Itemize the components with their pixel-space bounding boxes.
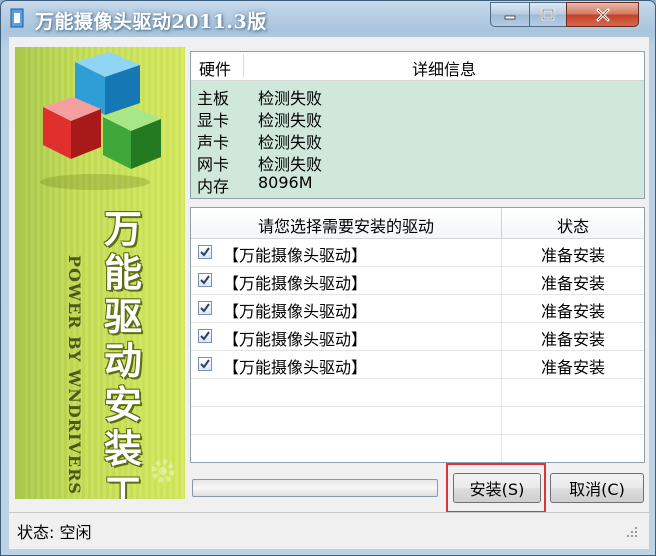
install-highlight-box — [446, 463, 546, 513]
banner: 万能驱动安装工具 POWER BY WNDRIVERS — [15, 47, 185, 499]
hardware-name: 显卡 — [197, 111, 230, 130]
header-driver[interactable]: 请您选择需要安装的驱动 — [191, 213, 501, 237]
hardware-detail: 检测失败 — [258, 111, 323, 130]
driver-status: 准备安装 — [540, 274, 605, 293]
window-title: 万能摄像头驱动2011.3版 — [35, 11, 267, 33]
checkmark-icon — [200, 359, 210, 369]
checkmark-icon — [200, 303, 210, 313]
driver-status: 准备安装 — [540, 358, 605, 377]
hardware-header: 硬件 详细信息 — [191, 52, 644, 81]
driver-name: 【万能摄像头驱动】 — [223, 274, 368, 293]
driver-name: 【万能摄像头驱动】 — [223, 358, 368, 377]
column-divider — [501, 407, 502, 434]
hardware-detail: 检测失败 — [258, 89, 323, 108]
empty-row — [191, 379, 644, 407]
title-bar[interactable]: 万能摄像头驱动2011.3版 — [1, 1, 655, 37]
banner-subtitle: POWER BY WNDRIVERS — [65, 255, 84, 495]
app-window: 万能摄像头驱动2011.3版 万能驱动安装工 POWER BY WNDRIVER… — [0, 0, 656, 556]
hardware-detail: 8096M — [258, 173, 313, 192]
status-bar: 状态: 空闲 — [9, 512, 649, 549]
hardware-name: 网卡 — [197, 155, 230, 174]
maximize-icon — [541, 8, 555, 20]
driver-row[interactable]: 【万能摄像头驱动】 准备安装 — [191, 267, 644, 295]
driver-name: 【万能摄像头驱动】 — [223, 302, 368, 321]
hardware-info-panel[interactable]: 硬件 详细信息 主板 检测失败 显卡 检测失败 声卡 检测失败 网卡 检测失败 … — [190, 51, 645, 199]
driver-name: 【万能摄像头驱动】 — [223, 330, 368, 349]
status-text: 状态: 空闲 — [17, 523, 92, 542]
maximize-button[interactable] — [529, 2, 567, 27]
driver-name: 【万能摄像头驱动】 — [223, 246, 368, 265]
cubes-logo — [40, 52, 161, 190]
driver-list[interactable]: 请您选择需要安装的驱动 状态 【万能摄像头驱动】 准备安装 【万能摄像头驱动】 … — [190, 207, 645, 463]
column-divider — [501, 379, 502, 406]
header-hardware[interactable]: 硬件 — [199, 56, 231, 80]
driver-row[interactable]: 【万能摄像头驱动】 准备安装 — [191, 351, 644, 379]
checkmark-icon — [200, 275, 210, 285]
empty-row — [191, 407, 644, 435]
header-status[interactable]: 状态 — [502, 213, 644, 237]
hardware-detail: 检测失败 — [258, 155, 323, 174]
install-progress-bar — [192, 479, 438, 497]
banner-title: 万能驱动安装工具 — [103, 207, 144, 499]
driver-checkbox[interactable] — [198, 329, 212, 343]
driver-status: 准备安装 — [540, 330, 605, 349]
hardware-detail: 检测失败 — [258, 133, 323, 152]
hardware-name: 内存 — [197, 177, 230, 196]
driver-checkbox[interactable] — [198, 245, 212, 259]
hardware-name: 主板 — [197, 89, 230, 108]
driver-list-header: 请您选择需要安装的驱动 状态 — [191, 208, 644, 239]
driver-status: 准备安装 — [540, 246, 605, 265]
minimize-button[interactable] — [490, 2, 530, 27]
driver-checkbox[interactable] — [198, 273, 212, 287]
checkmark-icon — [200, 331, 210, 341]
close-button[interactable] — [566, 2, 639, 27]
driver-checkbox[interactable] — [198, 357, 212, 371]
driver-row[interactable]: 【万能摄像头驱动】 准备安装 — [191, 323, 644, 351]
resize-grip-icon[interactable] — [625, 525, 639, 539]
driver-checkbox[interactable] — [198, 301, 212, 315]
driver-row[interactable]: 【万能摄像头驱动】 准备安装 — [191, 295, 644, 323]
close-icon — [596, 8, 609, 21]
driver-row[interactable]: 【万能摄像头驱动】 准备安装 — [191, 239, 644, 267]
empty-row — [191, 435, 644, 462]
gear-decoration-icon — [151, 459, 175, 483]
minimize-icon — [504, 15, 516, 19]
driver-status: 准备安装 — [540, 302, 605, 321]
header-detail[interactable]: 详细信息 — [244, 56, 644, 80]
checkmark-icon — [200, 247, 210, 257]
hardware-name: 声卡 — [197, 133, 230, 152]
app-icon — [10, 8, 24, 28]
cancel-button[interactable]: 取消(C) — [550, 473, 644, 503]
column-divider — [501, 435, 502, 462]
